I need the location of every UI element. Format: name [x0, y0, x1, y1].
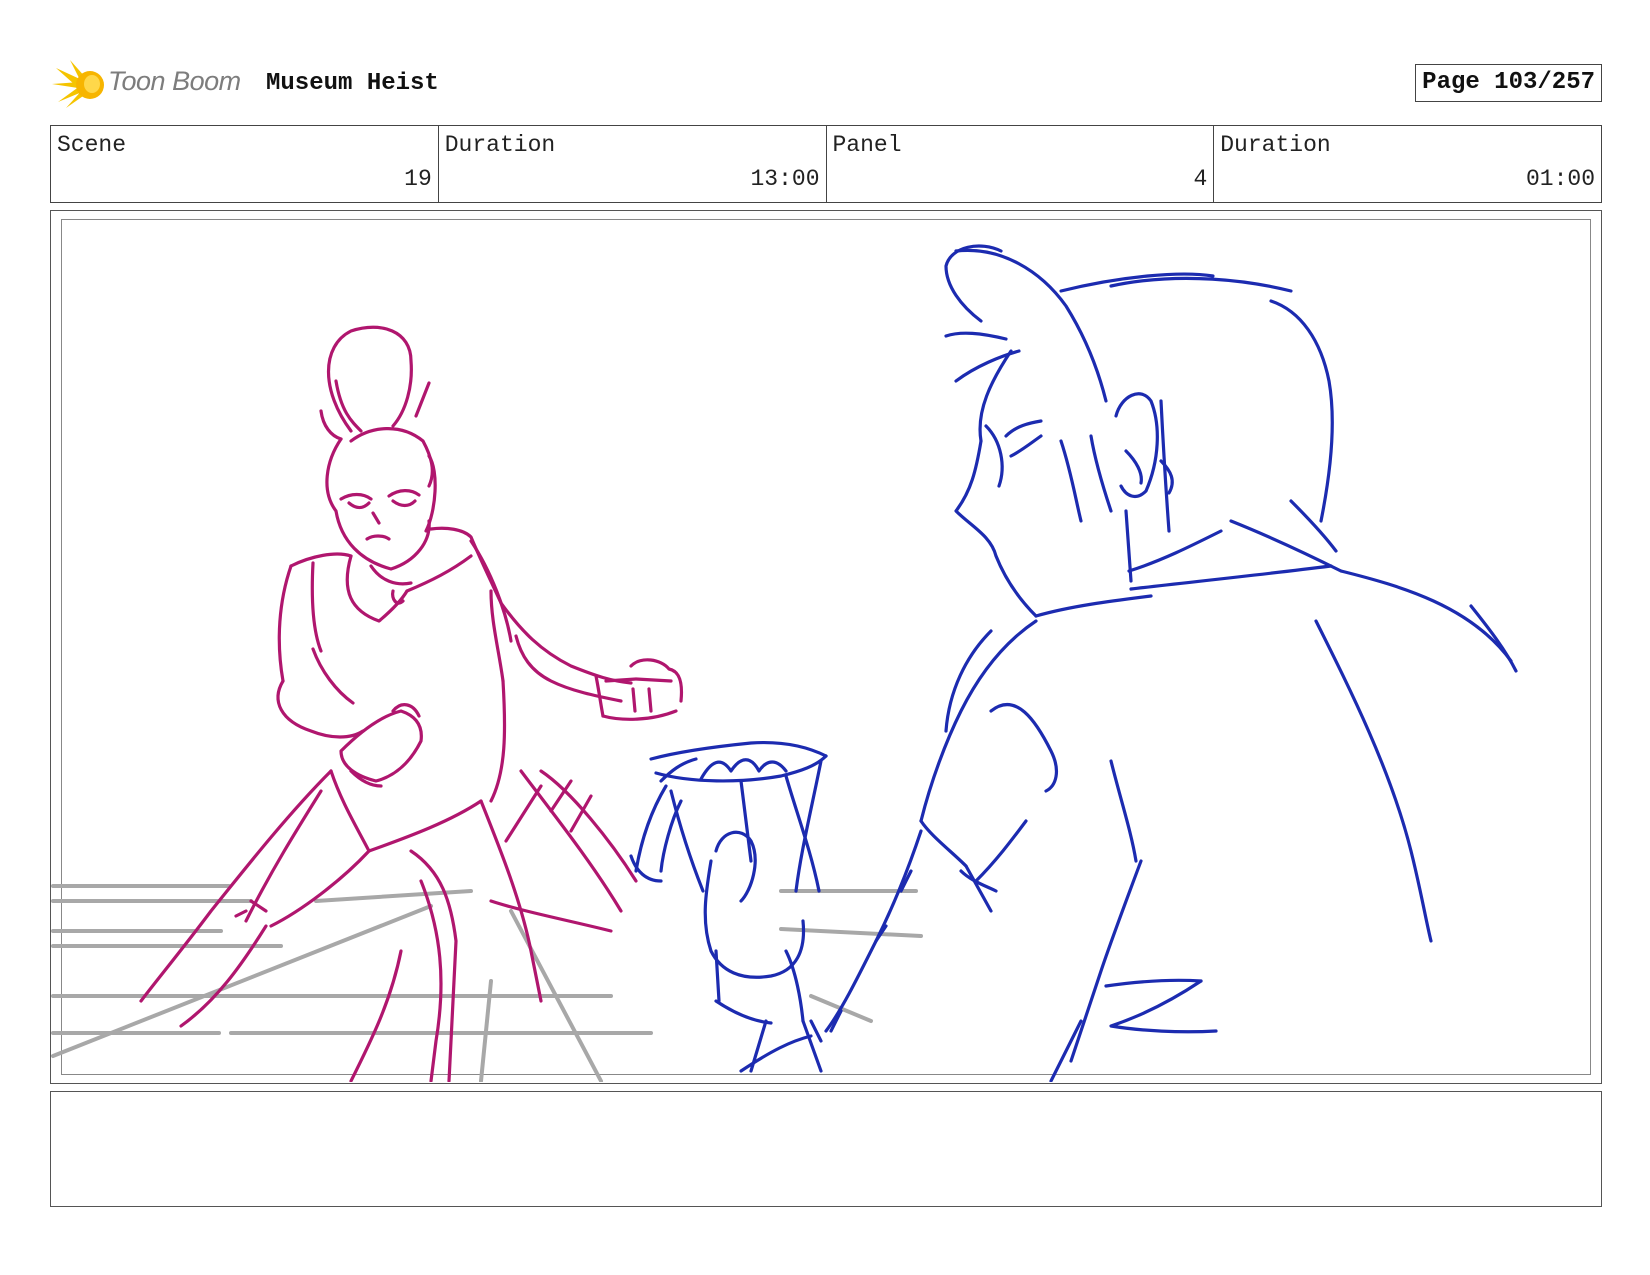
logo-text: Toon Boom — [108, 66, 241, 96]
panel-value: 4 — [1193, 166, 1208, 192]
storyboard-header: Toon Boom Museum Heist Page 103/257 — [52, 58, 1602, 110]
storyboard-panel — [50, 210, 1602, 1084]
panel-duration-value: 01:00 — [1525, 166, 1595, 192]
floor-grid — [51, 884, 923, 1082]
panel-cell: Panel 4 — [827, 126, 1215, 202]
panel-notes-box — [50, 1091, 1602, 1207]
panel-label: Panel — [832, 132, 902, 158]
panel-sketch — [51, 244, 1518, 1082]
blue-character-sketch — [629, 244, 1518, 1082]
panel-duration-label: Duration — [1220, 132, 1331, 158]
panel-duration-cell: Duration 01:00 — [1214, 126, 1601, 202]
page-counter: Page 103/257 — [1415, 64, 1602, 102]
starburst-logo-icon — [52, 60, 104, 108]
toon-boom-logo: Toon Boom — [52, 58, 252, 110]
scene-cell: Scene 19 — [51, 126, 439, 202]
scene-duration-label: Duration — [444, 132, 556, 158]
scene-value: 19 — [404, 166, 432, 192]
project-title: Museum Heist — [266, 70, 439, 97]
scene-duration-cell: Duration 13:00 — [439, 126, 827, 202]
panel-info-table: Scene 19 Duration 13:00 Panel 4 Duration… — [50, 125, 1602, 203]
pink-character-sketch — [139, 325, 684, 1082]
scene-label: Scene — [57, 132, 127, 158]
scene-duration-value: 13:00 — [750, 166, 820, 192]
